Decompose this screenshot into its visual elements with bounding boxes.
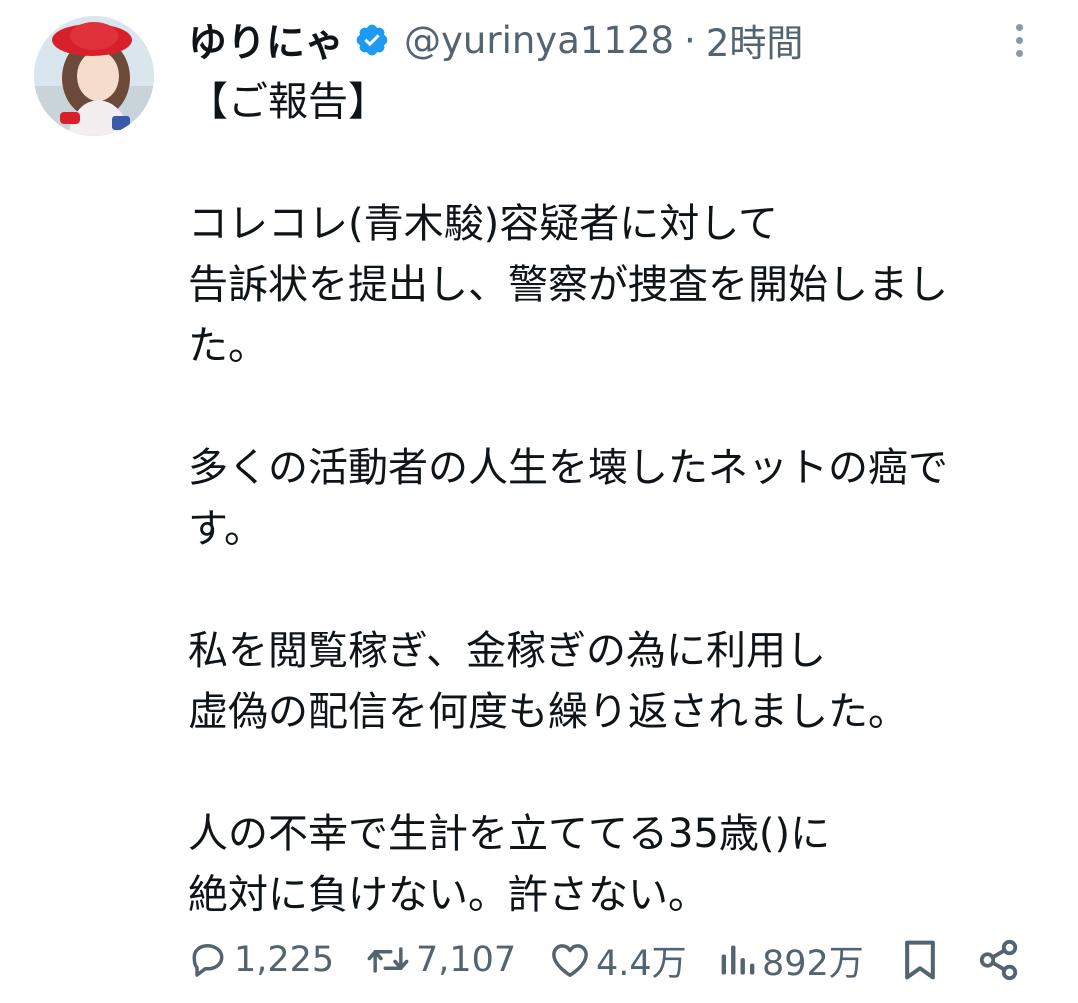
- avatar[interactable]: [34, 16, 154, 136]
- post-line: 告訴状を提出し、警察が捜査を開始しまし: [188, 262, 948, 308]
- post-line: 私を閲覧稼ぎ、金稼ぎの為に利用し: [188, 628, 826, 674]
- post-line: す。: [188, 506, 264, 552]
- tweet: ゆりにゃ @yurinya1128 · 2時間 【ご報告】 コレコレ(青木駿)容…: [0, 0, 1078, 1003]
- post-line: た。: [188, 323, 268, 369]
- post-line-blank: [188, 377, 1058, 438]
- share-icon: [979, 939, 1018, 981]
- retweet-count: 7,107: [416, 940, 517, 980]
- retweet-icon: [367, 947, 409, 973]
- post-line: 人の不幸で生計を立ててる35歳()に: [188, 811, 831, 857]
- post-line: 虚偽の配信を何度も繰り返されました。: [188, 689, 908, 735]
- heart-icon: [552, 944, 588, 977]
- bookmark-button[interactable]: [898, 928, 942, 992]
- post-line: 絶対に負けない。許さない。: [188, 872, 708, 918]
- retweet-button[interactable]: 7,107: [364, 928, 516, 992]
- author-handle[interactable]: @yurinya1128: [404, 19, 674, 62]
- reply-count: 1,225: [234, 940, 335, 980]
- post-line: コレコレ(青木駿)容疑者に対して: [188, 201, 779, 247]
- verified-badge-icon: [354, 22, 390, 58]
- views-count: 892万: [762, 943, 864, 984]
- like-count: 4.4万: [596, 943, 687, 984]
- post-line-blank: [188, 560, 1058, 621]
- post-line: 多くの活動者の人生を壊したネットの癌で: [188, 445, 948, 491]
- bookmark-icon: [905, 940, 935, 980]
- author-name[interactable]: ゆりにゃ: [188, 12, 344, 68]
- reply-icon: [192, 943, 224, 977]
- views-button[interactable]: 892万: [718, 928, 864, 992]
- action-bar: 1,225 7,107 4.4万 892万: [186, 928, 1026, 992]
- post-timestamp[interactable]: 2時間: [706, 13, 804, 67]
- avatar-image: [34, 16, 154, 136]
- post-line-blank: [188, 133, 1058, 194]
- views-chart-icon: [721, 945, 755, 975]
- separator-dot: ·: [684, 18, 696, 62]
- share-button[interactable]: [976, 928, 1022, 992]
- more-vertical-icon[interactable]: [1004, 20, 1034, 60]
- post-line-blank: [188, 743, 1058, 804]
- like-button[interactable]: 4.4万: [548, 928, 687, 992]
- post-text: 【ご報告】 コレコレ(青木駿)容疑者に対して 告訴状を提出し、警察が捜査を開始し…: [188, 72, 1058, 926]
- post-header: ゆりにゃ @yurinya1128 · 2時間: [188, 12, 804, 68]
- reply-button[interactable]: 1,225: [186, 928, 334, 992]
- post-line: 【ご報告】: [188, 79, 388, 125]
